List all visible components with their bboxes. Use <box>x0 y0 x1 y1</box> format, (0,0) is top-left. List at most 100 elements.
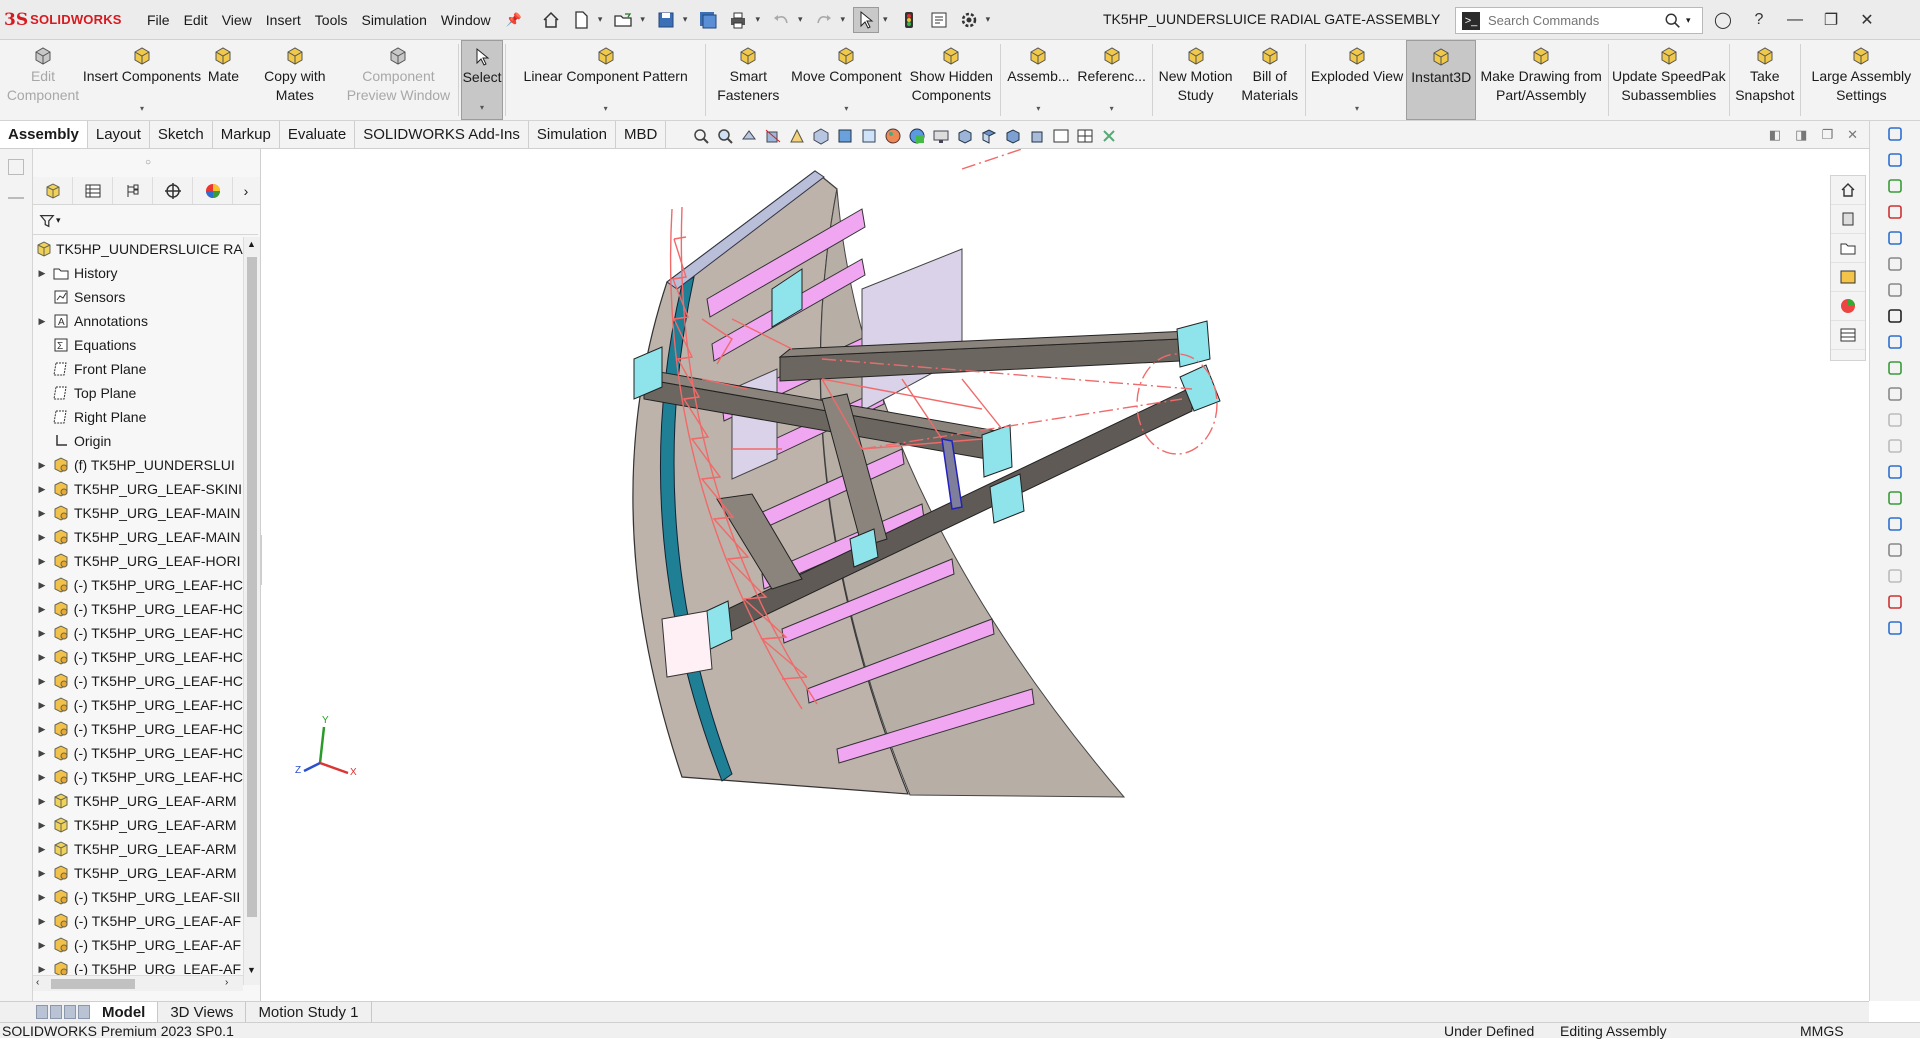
snapshot-button[interactable]: Take Snapshot <box>1732 40 1798 120</box>
print-icon[interactable] <box>725 7 751 33</box>
tree-vertical-scrollbar[interactable]: ▲ ▼ <box>243 237 260 985</box>
measure-icon[interactable] <box>1870 147 1920 173</box>
tab-simulation[interactable]: Simulation <box>529 121 616 148</box>
tab-configuration-manager[interactable] <box>113 177 153 204</box>
check-icon[interactable] <box>1870 277 1920 303</box>
home-icon[interactable] <box>538 7 564 33</box>
new-dropdown-icon[interactable]: ▾ <box>598 14 603 25</box>
evaluate-icon[interactable] <box>1870 329 1920 355</box>
menu-tools[interactable]: Tools <box>308 12 355 28</box>
status-units[interactable]: MMGS <box>1800 1023 1844 1039</box>
motion-study-button[interactable]: New Motion Study <box>1155 40 1237 120</box>
tree-item[interactable]: ▶ A Annotations <box>33 309 243 333</box>
help-icon[interactable]: ? <box>1748 9 1770 31</box>
tree-item[interactable]: ▶ (-) TK5HP_URG_LEAF-HC <box>33 621 243 645</box>
tree-item[interactable]: ▶ (-) TK5HP_URG_LEAF-HC <box>33 645 243 669</box>
button-dropdown-icon[interactable]: ▾ <box>480 98 484 117</box>
button-dropdown-icon[interactable]: ▾ <box>1355 99 1359 118</box>
tree-item[interactable]: ▶ (-) TK5HP_URG_LEAF-SII <box>33 885 243 909</box>
scroll-right-icon[interactable]: › <box>225 977 228 988</box>
expand-arrow-icon[interactable]: ▶ <box>33 796 51 807</box>
dynamic-annotation-icon[interactable] <box>788 127 806 145</box>
undo-icon[interactable] <box>768 7 794 33</box>
save-all-icon[interactable] <box>695 7 721 33</box>
tab-motion-study[interactable]: Motion Study 1 <box>246 1002 372 1022</box>
file-explorer-icon[interactable] <box>1831 234 1865 263</box>
close-window-icon[interactable]: ✕ <box>1856 9 1878 31</box>
expand-arrow-icon[interactable]: ▶ <box>33 556 51 567</box>
expand-arrow-icon[interactable]: ▶ <box>33 700 51 711</box>
expand-arrow-icon[interactable]: ▶ <box>33 604 51 615</box>
tree-item[interactable]: ▶ (-) TK5HP_URG_LEAF-AF <box>33 909 243 933</box>
sigma-icon[interactable] <box>1870 303 1920 329</box>
open-folder-icon[interactable] <box>610 7 636 33</box>
tree-item[interactable]: Right Plane <box>33 405 243 429</box>
prev-tab-icon[interactable] <box>50 1005 62 1019</box>
interference-icon[interactable] <box>1870 199 1920 225</box>
menu-view[interactable]: View <box>215 12 259 28</box>
view-iso-icon[interactable] <box>1004 127 1022 145</box>
deviation-icon[interactable] <box>1870 485 1920 511</box>
tree-item[interactable]: Origin <box>33 429 243 453</box>
print-dropdown-icon[interactable]: ▾ <box>755 14 760 25</box>
curvature-icon[interactable] <box>1870 355 1920 381</box>
viewport-close-icon[interactable]: ✕ <box>1847 127 1858 143</box>
menu-file[interactable]: File <box>140 12 177 28</box>
traffic-light-icon[interactable] <box>896 7 922 33</box>
bom-button[interactable]: Bill of Materials <box>1237 40 1304 120</box>
clearance-icon[interactable] <box>1870 225 1920 251</box>
hole-alignment-icon[interactable] <box>1870 251 1920 277</box>
scroll-down-icon[interactable]: ▼ <box>247 965 256 975</box>
button-dropdown-icon[interactable]: ▾ <box>1110 99 1114 118</box>
search-input[interactable] <box>1488 13 1658 28</box>
view-orientation-icon[interactable] <box>812 127 830 145</box>
button-dropdown-icon[interactable]: ▾ <box>1036 99 1040 118</box>
viewport-restore-icon[interactable]: ❐ <box>1821 127 1833 143</box>
bottom-gusset[interactable] <box>661 610 713 678</box>
menu-insert[interactable]: Insert <box>259 12 308 28</box>
link-views-icon[interactable] <box>1100 127 1118 145</box>
tree-item[interactable]: Front Plane <box>33 357 243 381</box>
scroll-up-icon[interactable]: ▲ <box>247 239 256 249</box>
expand-arrow-icon[interactable]: ▶ <box>33 916 51 927</box>
viewport-tile-left-icon[interactable]: ◧ <box>1769 127 1781 143</box>
expand-arrow-icon[interactable]: ▶ <box>33 844 51 855</box>
tab-property-manager[interactable] <box>73 177 113 204</box>
insert-components-button[interactable]: Insert Components ▾ <box>83 40 201 120</box>
make-drawing-button[interactable]: Make Drawing from Part/Assembly <box>1476 40 1605 120</box>
search-commands-box[interactable]: >_ ▾ <box>1455 7 1703 34</box>
tree-item[interactable]: ▶ TK5HP_URG_LEAF-SKINI <box>33 477 243 501</box>
tree-hscroll-thumb[interactable] <box>51 979 135 989</box>
menu-window[interactable]: Window <box>434 12 498 28</box>
tree-item[interactable]: ▶ TK5HP_URG_LEAF-ARM <box>33 789 243 813</box>
tree-item[interactable]: ▶ (-) TK5HP_URG_LEAF-HC <box>33 693 243 717</box>
solidworks-resources-icon[interactable] <box>1831 176 1865 205</box>
tree-item[interactable]: ▶ (-) TK5HP_URG_LEAF-HC <box>33 669 243 693</box>
tree-item[interactable]: ▶ (f) TK5HP_UUNDERSLUI <box>33 453 243 477</box>
tree-item[interactable]: ▶ TK5HP_URG_LEAF-HORI <box>33 549 243 573</box>
copy-with-mates-button[interactable]: Copy with Mates <box>249 40 341 120</box>
view-palette-icon[interactable] <box>1831 263 1865 292</box>
expand-arrow-icon[interactable]: ▶ <box>33 820 51 831</box>
assembly-features-button[interactable]: Assemb... ▾ <box>1003 40 1073 120</box>
tree-item[interactable]: ▶ (-) TK5HP_URG_LEAF-HC <box>33 741 243 765</box>
tab-markup[interactable]: Markup <box>213 121 280 148</box>
tree-item[interactable]: ▶ (-) TK5HP_URG_LEAF-HC <box>33 573 243 597</box>
redo-icon[interactable] <box>811 7 837 33</box>
design-library-icon[interactable] <box>1831 205 1865 234</box>
restore-window-icon[interactable]: ❐ <box>1820 9 1842 31</box>
compare-icon[interactable] <box>1870 511 1920 537</box>
scroll-left-icon[interactable]: ‹ <box>36 977 39 988</box>
expand-arrow-icon[interactable]: ▶ <box>33 460 51 471</box>
next-tab-icon[interactable] <box>64 1005 76 1019</box>
redo-dropdown-icon[interactable]: ▾ <box>841 14 846 25</box>
file-properties-icon[interactable] <box>926 7 952 33</box>
tree-item[interactable]: ▶ TK5HP_URG_LEAF-MAIN <box>33 525 243 549</box>
tree-root-assembly[interactable]: TK5HP_UUNDERSLUICE RAI <box>33 237 243 261</box>
tab-3d-views[interactable]: 3D Views <box>158 1002 247 1022</box>
tab-sketch[interactable]: Sketch <box>150 121 213 148</box>
save-dropdown-icon[interactable]: ▾ <box>683 14 688 25</box>
view-front-icon[interactable] <box>956 127 974 145</box>
diaphragm-plate[interactable] <box>861 248 963 412</box>
expand-arrow-icon[interactable]: ▶ <box>33 580 51 591</box>
